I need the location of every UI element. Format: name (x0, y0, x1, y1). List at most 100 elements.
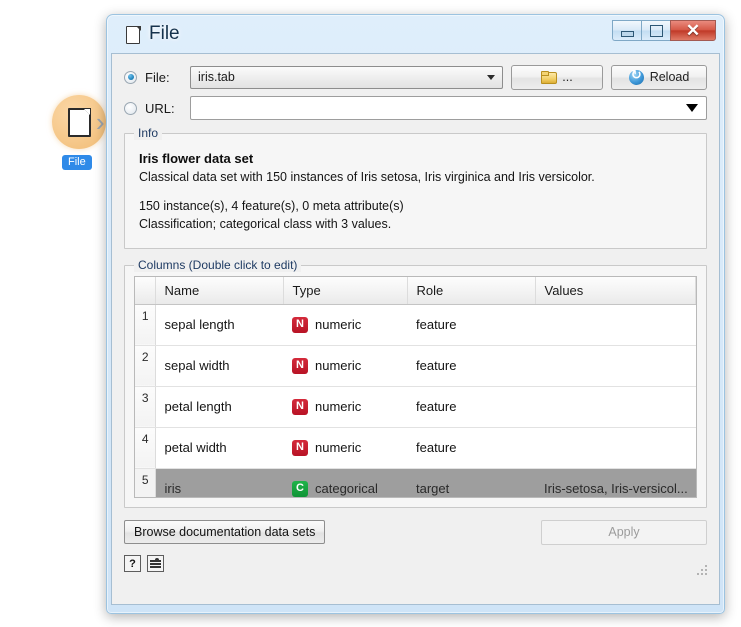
row-type: C categorical (283, 468, 407, 497)
row-name: iris (155, 468, 283, 497)
row-values (535, 386, 696, 428)
browse-file-label: ... (562, 70, 573, 84)
screen: › File File ✕ File: iris.tab ... ↻ Reloa… (0, 0, 741, 627)
minimize-icon (620, 31, 634, 37)
row-index: 3 (135, 386, 156, 428)
row-index: 2 (135, 345, 156, 387)
columns-group: Columns (Double click to edit) Name Type… (124, 257, 707, 508)
row-index: 1 (135, 304, 156, 346)
apply-button[interactable]: Apply (541, 519, 707, 545)
row-values (535, 427, 696, 469)
chevron-down-icon (686, 104, 698, 112)
row-type: N numeric (283, 427, 407, 469)
columns-table-header-row: Name Type Role Values (135, 276, 696, 305)
reload-label: Reload (649, 70, 690, 84)
row-role: target (407, 468, 535, 497)
url-combobox[interactable] (190, 96, 707, 120)
browse-documentation-button[interactable]: Browse documentation data sets (124, 520, 326, 545)
folder-icon (541, 71, 558, 84)
document-icon (126, 25, 141, 44)
row-index: 4 (135, 427, 156, 469)
file-combobox[interactable]: iris.tab (190, 65, 503, 89)
reload-button[interactable]: Reload (611, 64, 707, 90)
file-source-row: File: iris.tab ... Reload (124, 64, 707, 90)
url-radio-label: URL: (145, 100, 175, 116)
column-header-name[interactable]: Name (155, 276, 284, 305)
row-type-label: numeric (315, 399, 362, 415)
row-type-label: numeric (315, 358, 362, 374)
info-group: Info Iris flower data set Classical data… (124, 126, 707, 249)
columns-table-wrapper[interactable]: Name Type Role Values 1 sepal length N n… (134, 275, 697, 498)
status-bar: ? (124, 554, 707, 575)
row-name: petal length (155, 386, 283, 428)
columns-table: Name Type Role Values 1 sepal length N n… (135, 276, 696, 497)
chevron-down-icon (487, 75, 495, 80)
row-role: feature (407, 427, 535, 469)
help-button[interactable]: ? (124, 555, 141, 573)
close-icon: ✕ (685, 21, 701, 40)
columns-group-title: Columns (Double click to edit) (134, 257, 302, 272)
column-header-role[interactable]: Role (407, 276, 536, 305)
window-title: File (149, 23, 180, 44)
categorical-type-icon: C (292, 480, 308, 497)
columns-table-body: 1 sepal length N numeric feature 2 sepal… (135, 304, 696, 497)
minimize-button[interactable] (612, 20, 641, 41)
row-values: Iris-setosa, Iris-versicol... (535, 468, 696, 497)
info-dataset-title: Iris flower data set (139, 151, 254, 166)
table-row[interactable]: 3 petal length N numeric feature (135, 386, 696, 428)
info-stats: 150 instance(s), 4 feature(s), 0 meta at… (139, 199, 404, 214)
dialog-client-area: File: iris.tab ... Reload URL: (111, 53, 720, 605)
file-radio-label: File: (145, 69, 170, 85)
row-role: feature (407, 345, 535, 387)
row-type-label: numeric (315, 440, 362, 456)
numeric-type-icon: N (292, 398, 308, 415)
row-type: N numeric (283, 386, 407, 428)
row-type: N numeric (283, 304, 407, 346)
url-radio[interactable] (124, 101, 137, 115)
file-radio[interactable] (124, 70, 137, 84)
table-row[interactable]: 4 petal width N numeric feature (135, 427, 696, 469)
maximize-icon (649, 24, 663, 37)
canvas-widget-label: File (62, 155, 92, 170)
reload-icon (628, 68, 644, 85)
table-row[interactable]: 1 sepal length N numeric feature (135, 304, 696, 346)
browse-file-button[interactable]: ... (511, 64, 603, 90)
numeric-type-icon: N (292, 357, 308, 374)
column-header-values[interactable]: Values (535, 276, 696, 305)
table-row[interactable]: 2 sepal width N numeric feature (135, 345, 696, 387)
numeric-type-icon: N (292, 439, 308, 456)
row-values (535, 304, 696, 346)
info-body: Iris flower data set Classical data set … (125, 134, 706, 248)
report-button[interactable] (147, 555, 164, 573)
report-icon (150, 558, 161, 569)
column-header-type[interactable]: Type (283, 276, 408, 305)
row-name: sepal width (155, 345, 283, 387)
row-type: N numeric (283, 345, 407, 387)
row-name: sepal length (155, 304, 283, 346)
column-header-index[interactable] (135, 276, 156, 305)
info-task: Classification; categorical class with 3… (139, 216, 392, 231)
table-row[interactable]: 5 iris C categorical target Iris-setosa, (135, 468, 696, 497)
window-controls: ✕ (612, 20, 716, 42)
row-type-label: numeric (315, 317, 362, 333)
resize-grip[interactable] (694, 562, 707, 575)
info-group-title: Info (134, 126, 163, 140)
document-icon (67, 107, 91, 137)
row-role: feature (407, 304, 535, 346)
file-combobox-value: iris.tab (198, 70, 235, 84)
file-dialog-window: File ✕ File: iris.tab ... ↻ Reload URL: … (106, 14, 725, 614)
canvas-widget-file[interactable]: › File (52, 95, 110, 179)
info-description: Classical data set with 150 instances of… (139, 170, 595, 185)
row-role: feature (407, 386, 535, 428)
numeric-type-icon: N (292, 316, 308, 333)
title-bar[interactable]: File ✕ (111, 15, 720, 53)
row-type-label: categorical (315, 481, 378, 497)
dialog-footer: Browse documentation data sets Apply (124, 519, 707, 545)
close-button[interactable]: ✕ (670, 20, 716, 41)
row-name: petal width (155, 427, 283, 469)
row-values (535, 345, 696, 387)
row-index: 5 (135, 468, 156, 497)
url-source-row: URL: (124, 95, 707, 121)
maximize-button[interactable] (641, 20, 670, 41)
